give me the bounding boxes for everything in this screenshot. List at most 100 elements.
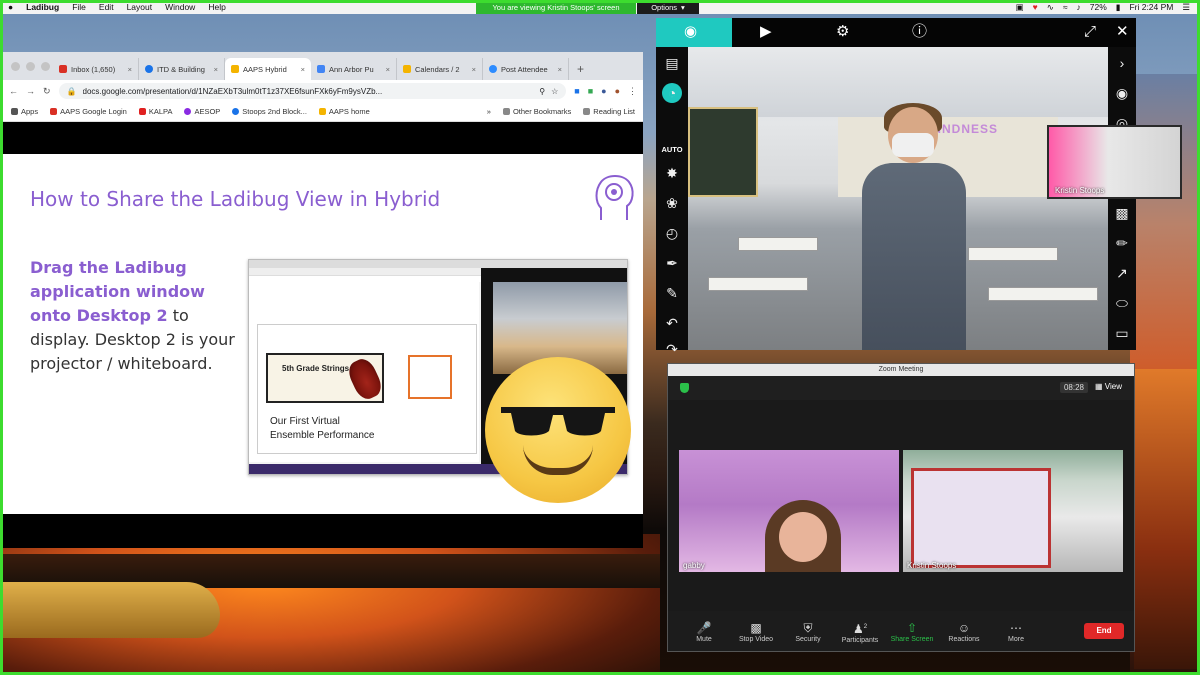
desk: [738, 237, 818, 251]
tab-post-attendee[interactable]: Post Attendee ×: [483, 58, 569, 80]
site-icon: [403, 65, 411, 73]
forward-icon[interactable]: →: [26, 86, 35, 96]
draw-icon[interactable]: ✒: [662, 253, 682, 273]
share-screen-button[interactable]: ⇧ Share Screen: [886, 620, 938, 643]
slide-title: How to Share the Ladibug View in Hybrid: [30, 187, 441, 211]
menu-layout[interactable]: Layout: [127, 2, 153, 12]
chevron-right-icon[interactable]: ›: [1112, 53, 1132, 73]
back-icon[interactable]: ←: [9, 86, 18, 96]
close-icon[interactable]: ✕: [1116, 22, 1129, 42]
extension-icon[interactable]: ●: [601, 86, 606, 96]
close-icon[interactable]: ×: [472, 65, 476, 74]
tab-aaps-hybrid[interactable]: AAPS Hybrid ×: [225, 58, 311, 80]
bookmark-apps[interactable]: Apps: [11, 107, 38, 116]
menu-window[interactable]: Window: [165, 2, 195, 12]
view-button[interactable]: ▦ View: [1095, 382, 1122, 391]
options-button[interactable]: Options ▾: [637, 0, 699, 14]
stop-video-button[interactable]: ▩ Stop Video: [730, 620, 782, 643]
brightness-icon[interactable]: ✸: [662, 163, 682, 183]
close-icon[interactable]: ×: [386, 65, 390, 74]
freeze-icon[interactable]: ◔: [662, 83, 682, 103]
video-camera-icon[interactable]: ▩: [1112, 203, 1132, 223]
extension-icon[interactable]: ■: [588, 86, 593, 96]
wifi-icon[interactable]: ≈: [1063, 2, 1068, 12]
menu-file[interactable]: File: [72, 2, 86, 12]
tab-label: Calendars / 2: [415, 64, 460, 74]
timer-icon[interactable]: ◴: [662, 223, 682, 243]
participants-button[interactable]: ♟2 Participants: [834, 619, 886, 644]
camera-tab[interactable]: ◉: [656, 18, 732, 47]
clock[interactable]: Fri 2:24 PM: [1129, 2, 1173, 12]
bookmark-label: Other Bookmarks: [512, 107, 572, 116]
bookmarks-bar: Apps AAPS Google Login KALPA AESOP Stoop…: [3, 102, 643, 122]
other-bookmarks[interactable]: Other Bookmarks: [502, 107, 572, 116]
gear-icon[interactable]: ⚙: [836, 22, 849, 42]
reading-list[interactable]: Reading List: [583, 107, 635, 116]
sunglasses-emoji-icon: [485, 357, 631, 503]
folder-icon: [502, 108, 510, 115]
close-icon[interactable]: ×: [301, 65, 305, 74]
redo-icon[interactable]: ↷: [662, 339, 682, 359]
bookmark-aaps-home[interactable]: AAPS home: [318, 107, 370, 116]
tab-calendars[interactable]: Calendars / 2 ×: [397, 58, 483, 80]
tab-ann-arbor[interactable]: Ann Arbor Pu ×: [311, 58, 397, 80]
reload-icon[interactable]: ↻: [43, 86, 51, 97]
mute-button[interactable]: 🎤 Mute: [678, 620, 730, 643]
volume-icon[interactable]: ♪: [1076, 2, 1080, 12]
bluetooth-icon[interactable]: ∿: [1047, 2, 1054, 13]
close-icon[interactable]: ×: [214, 65, 218, 74]
document-camera-icon[interactable]: ▤: [662, 53, 682, 73]
bookmark-kalpa[interactable]: KALPA: [138, 107, 172, 116]
ellipse-icon[interactable]: ⬭: [1112, 293, 1132, 313]
tab-inbox[interactable]: Inbox (1,650) ×: [53, 58, 139, 80]
site-icon: [317, 65, 325, 73]
info-icon[interactable]: ⓘ: [912, 22, 927, 42]
undo-icon[interactable]: ↶: [662, 313, 682, 333]
record-icon[interactable]: ▣: [1016, 2, 1024, 13]
eraser-icon[interactable]: ▭: [1112, 323, 1132, 343]
self-view-name: Kristin Stoops: [1055, 186, 1105, 195]
options-label: Options: [651, 2, 678, 12]
address-bar[interactable]: 🔒 docs.google.com/presentation/d/1NZaEXbT…: [58, 83, 567, 99]
star-icon[interactable]: ☆: [551, 87, 558, 96]
battery-icon[interactable]: ▮: [1116, 2, 1121, 13]
end-meeting-button[interactable]: End: [1084, 623, 1124, 639]
menu-edit[interactable]: Edit: [99, 2, 114, 12]
bookmark-aesop[interactable]: AESOP: [184, 107, 220, 116]
menu-help[interactable]: Help: [208, 2, 225, 12]
menu-kebab-icon[interactable]: ⋮: [628, 86, 637, 97]
bookmarks-overflow-icon[interactable]: »: [487, 107, 491, 116]
pen-icon[interactable]: ✏: [1112, 233, 1132, 253]
participant-tile-kristin[interactable]: Kristin Stoops: [903, 450, 1123, 572]
control-center-icon[interactable]: ☰: [1182, 2, 1190, 13]
annotate-icon[interactable]: ✎: [662, 283, 682, 303]
tab-itd[interactable]: ITD & Building ×: [139, 58, 225, 80]
video-tab-icon[interactable]: ▶: [760, 22, 772, 42]
window-controls[interactable]: [11, 62, 50, 71]
extension-icon[interactable]: ■: [574, 86, 579, 96]
aperture-icon[interactable]: ❀: [662, 193, 682, 213]
self-view-thumbnail[interactable]: Kristin Stoops: [1047, 125, 1182, 199]
avatar[interactable]: ●: [615, 86, 620, 96]
desk: [968, 247, 1058, 261]
bookmark-aaps-login[interactable]: AAPS Google Login: [50, 107, 127, 116]
heart-icon[interactable]: ♥: [1033, 2, 1038, 12]
security-shield-icon[interactable]: [680, 383, 689, 393]
menu-app-name[interactable]: Ladibug: [26, 2, 59, 12]
close-icon[interactable]: ×: [558, 65, 562, 74]
mini-slide-text: Our First Virtual Ensemble Performance: [270, 416, 375, 441]
close-icon[interactable]: ×: [128, 65, 132, 74]
battery-percent[interactable]: 72%: [1090, 2, 1107, 12]
security-button[interactable]: ⛨ Security: [782, 620, 834, 643]
participant-tile-gabby[interactable]: gabby: [679, 450, 899, 572]
more-button[interactable]: ⋯ More: [990, 620, 1042, 643]
apple-menu-icon[interactable]: ●: [8, 2, 13, 12]
search-icon[interactable]: ⚲: [539, 87, 545, 96]
arrow-icon[interactable]: ↗: [1112, 263, 1132, 283]
auto-focus-button[interactable]: AUTO: [658, 145, 686, 154]
snapshot-icon[interactable]: ◉: [1112, 83, 1132, 103]
fullscreen-icon[interactable]: ⤢: [1084, 22, 1096, 42]
reactions-button[interactable]: ☺ Reactions: [938, 620, 990, 643]
bookmark-stoops[interactable]: Stoops 2nd Block...: [232, 107, 307, 116]
new-tab-button[interactable]: +: [577, 62, 584, 76]
